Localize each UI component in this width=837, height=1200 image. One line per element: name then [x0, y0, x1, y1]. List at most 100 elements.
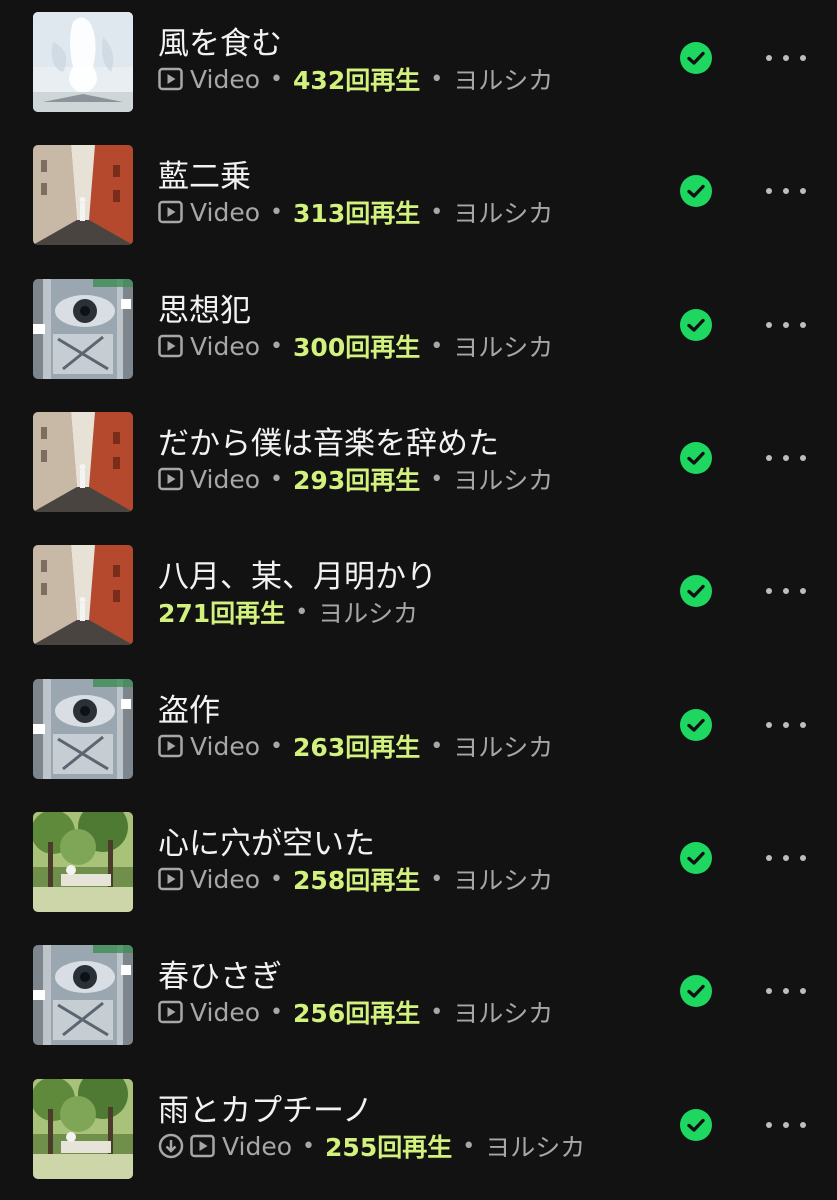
separator-dot: •	[270, 866, 284, 892]
separator-dot: •	[430, 999, 444, 1025]
more-options-icon[interactable]	[766, 308, 806, 342]
separator-dot: •	[270, 66, 284, 92]
forest-art	[33, 1079, 133, 1179]
track-type: Video	[222, 1131, 293, 1161]
track-meta: Video • 255回再生 • ヨルシカ	[158, 1128, 585, 1164]
forest-art	[33, 812, 133, 912]
separator-dot: •	[430, 866, 444, 892]
alley-art	[33, 145, 133, 245]
track-title: 風を食む	[158, 26, 282, 62]
play-count: 271回再生	[158, 599, 286, 628]
track-row[interactable]: 八月、某、月明かり 271回再生 • ヨルシカ	[0, 545, 837, 678]
alley-art	[33, 545, 133, 645]
saved-check-icon[interactable]	[679, 841, 713, 875]
more-options-icon[interactable]	[766, 974, 806, 1008]
saved-check-icon[interactable]	[679, 441, 713, 475]
artist-name: ヨルシカ	[318, 599, 419, 628]
separator-dot: •	[295, 599, 309, 625]
track-meta: Video • 256回再生 • ヨルシカ	[158, 994, 553, 1030]
track-row[interactable]: 心に穴が空いた Video • 258回再生 • ヨルシカ	[0, 812, 837, 945]
alley-art	[33, 412, 133, 512]
video-icon	[158, 867, 184, 891]
artist-name: ヨルシカ	[453, 66, 554, 95]
video-icon	[190, 1134, 216, 1158]
saved-check-icon[interactable]	[679, 308, 713, 342]
artist-name: ヨルシカ	[453, 999, 554, 1028]
saved-check-icon[interactable]	[679, 174, 713, 208]
artist-name: ヨルシカ	[485, 1133, 586, 1162]
separator-dot: •	[430, 333, 444, 359]
track-title: 心に穴が空いた	[158, 826, 375, 862]
track-title: 春ひさぎ	[158, 959, 282, 995]
saved-check-icon[interactable]	[679, 708, 713, 742]
separator-dot: •	[430, 66, 444, 92]
more-options-icon[interactable]	[766, 841, 806, 875]
play-count: 432回再生	[293, 66, 421, 95]
video-icon	[158, 334, 184, 358]
track-meta: Video • 293回再生 • ヨルシカ	[158, 461, 553, 497]
track-title: 雨とカプチーノ	[158, 1093, 374, 1129]
track-meta: Video • 300回再生 • ヨルシカ	[158, 328, 553, 364]
track-title: 藍二乗	[158, 159, 251, 195]
more-options-icon[interactable]	[766, 174, 806, 208]
saved-check-icon[interactable]	[679, 974, 713, 1008]
collage-art	[33, 679, 133, 779]
track-title: 思想犯	[158, 293, 251, 329]
separator-dot: •	[462, 1133, 476, 1159]
separator-dot: •	[430, 466, 444, 492]
track-row[interactable]: 藍二乗 Video • 313回再生 • ヨルシカ	[0, 145, 837, 278]
track-type: Video	[190, 64, 261, 94]
more-options-icon[interactable]	[766, 41, 806, 75]
track-title: 盗作	[158, 693, 220, 729]
play-count: 313回再生	[293, 199, 421, 228]
artist-name: ヨルシカ	[453, 199, 554, 228]
separator-dot: •	[270, 466, 284, 492]
play-count: 293回再生	[293, 466, 421, 495]
video-icon	[158, 67, 184, 91]
track-title: 八月、某、月明かり	[158, 559, 437, 595]
track-type: Video	[190, 197, 261, 227]
track-type: Video	[190, 864, 261, 894]
more-options-icon[interactable]	[766, 708, 806, 742]
track-row[interactable]: 思想犯 Video • 300回再生 • ヨルシカ	[0, 279, 837, 412]
separator-dot: •	[302, 1133, 316, 1159]
track-type: Video	[190, 997, 261, 1027]
play-count: 256回再生	[293, 999, 421, 1028]
artist-name: ヨルシカ	[453, 866, 554, 895]
track-meta: Video • 258回再生 • ヨルシカ	[158, 861, 553, 897]
track-title: だから僕は音楽を辞めた	[158, 426, 499, 462]
play-count: 255回再生	[325, 1133, 453, 1162]
play-count: 258回再生	[293, 866, 421, 895]
saved-check-icon[interactable]	[679, 574, 713, 608]
more-options-icon[interactable]	[766, 441, 806, 475]
saved-check-icon[interactable]	[679, 1108, 713, 1142]
separator-dot: •	[270, 199, 284, 225]
video-icon	[158, 467, 184, 491]
track-type: Video	[190, 464, 261, 494]
track-row[interactable]: だから僕は音楽を辞めた Video • 293回再生 • ヨルシカ	[0, 412, 837, 545]
separator-dot: •	[270, 333, 284, 359]
artist-name: ヨルシカ	[453, 466, 554, 495]
saved-check-icon[interactable]	[679, 41, 713, 75]
video-icon	[158, 200, 184, 224]
play-count: 263回再生	[293, 733, 421, 762]
more-options-icon[interactable]	[766, 1108, 806, 1142]
video-icon	[158, 734, 184, 758]
play-count: 300回再生	[293, 333, 421, 362]
track-list: 風を食む Video • 432回再生 • ヨルシカ 藍二乗 Video • 313回再生 • ヨルシ…	[0, 0, 837, 1200]
track-meta: Video • 432回再生 • ヨルシカ	[158, 61, 553, 97]
track-row[interactable]: 盗作 Video • 263回再生 • ヨルシカ	[0, 679, 837, 812]
separator-dot: •	[430, 199, 444, 225]
artist-name: ヨルシカ	[453, 333, 554, 362]
track-meta: Video • 313回再生 • ヨルシカ	[158, 194, 553, 230]
collage-art	[33, 945, 133, 1045]
artist-name: ヨルシカ	[453, 733, 554, 762]
track-meta: 271回再生 • ヨルシカ	[158, 594, 418, 630]
track-row[interactable]: 雨とカプチーノ Video • 255回再生 • ヨルシカ	[0, 1079, 837, 1200]
track-row[interactable]: 春ひさぎ Video • 256回再生 • ヨルシカ	[0, 945, 837, 1078]
download-icon	[158, 1133, 184, 1159]
track-type: Video	[190, 331, 261, 361]
separator-dot: •	[270, 733, 284, 759]
more-options-icon[interactable]	[766, 574, 806, 608]
track-row[interactable]: 風を食む Video • 432回再生 • ヨルシカ	[0, 12, 837, 145]
